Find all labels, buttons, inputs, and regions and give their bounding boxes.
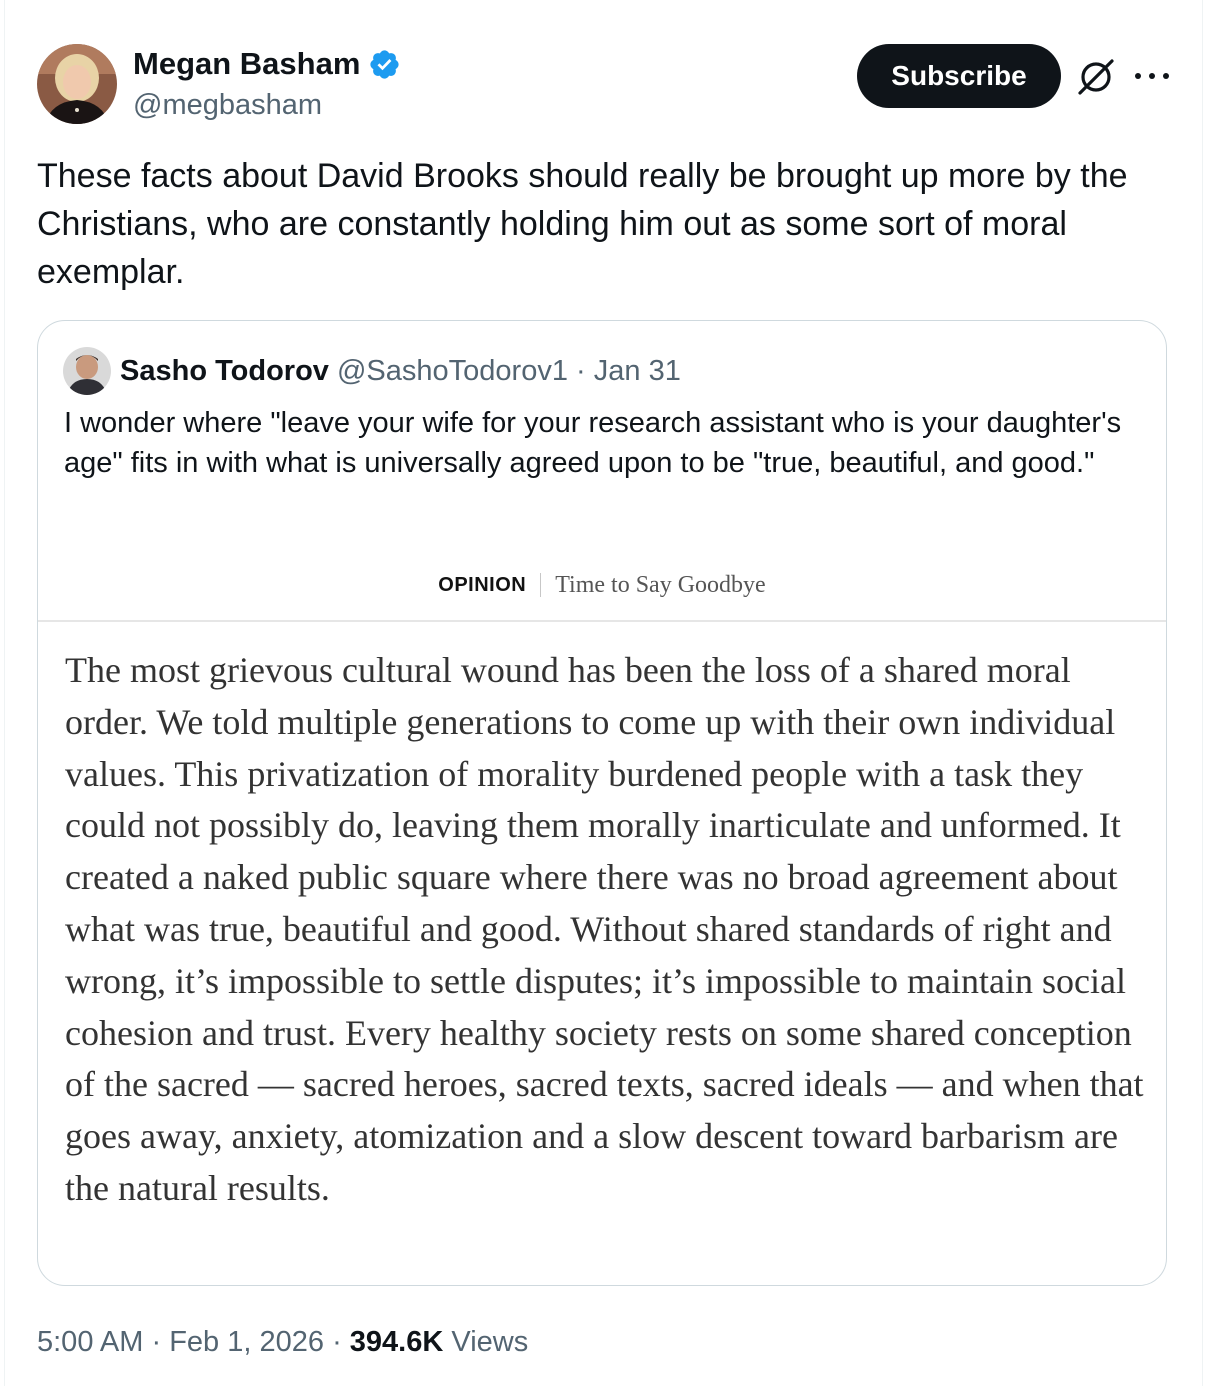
author-handle[interactable]: @megbasham bbox=[133, 86, 322, 124]
author-display-name[interactable]: Megan Basham bbox=[133, 44, 401, 84]
footer-separator: · bbox=[332, 1326, 342, 1358]
quoted-tweet-card[interactable]: Sasho Todorov @SashoTodorov1 · Jan 31 I … bbox=[37, 320, 1167, 1286]
tweet-date[interactable]: Feb 1, 2026 bbox=[169, 1326, 324, 1358]
grok-icon[interactable] bbox=[1075, 56, 1117, 98]
more-dot bbox=[1163, 73, 1169, 79]
subscribe-button[interactable]: Subscribe bbox=[857, 44, 1061, 108]
footer-separator: · bbox=[151, 1326, 162, 1358]
views-count: 394.6K bbox=[349, 1326, 444, 1358]
article-header: OPINION Time to Say Goodbye bbox=[38, 567, 1166, 603]
quoted-tweet-date[interactable]: Jan 31 bbox=[594, 355, 681, 387]
quoted-author-handle[interactable]: @SashoTodorov1 bbox=[337, 355, 568, 387]
article-section-label: OPINION bbox=[438, 573, 527, 596]
meta-separator: · bbox=[576, 355, 586, 387]
author-avatar[interactable] bbox=[37, 44, 117, 124]
verified-badge-icon[interactable] bbox=[368, 48, 401, 81]
frame-border-right bbox=[1202, 0, 1203, 1386]
tweet-text: These facts about David Brooks should re… bbox=[37, 157, 1128, 291]
more-icon[interactable] bbox=[1135, 62, 1169, 90]
article-title: Time to Say Goodbye bbox=[555, 571, 766, 598]
tweet-time[interactable]: 5:00 AM bbox=[37, 1326, 143, 1358]
quoted-tweet-meta: Sasho Todorov @SashoTodorov1 · Jan 31 bbox=[120, 351, 681, 391]
article-header-divider bbox=[540, 573, 542, 597]
quoted-author-name[interactable]: Sasho Todorov bbox=[120, 355, 329, 387]
author-name-text[interactable]: Megan Basham bbox=[133, 44, 360, 84]
quoted-author-avatar[interactable] bbox=[63, 347, 111, 395]
quoted-tweet-text: I wonder where "leave your wife for your… bbox=[64, 407, 1122, 479]
tweet-footer: 5:00 AM · Feb 1, 2026 · 394.6K Views bbox=[37, 1322, 528, 1362]
frame-border-left bbox=[4, 0, 5, 1386]
article-divider bbox=[38, 620, 1166, 622]
more-dot bbox=[1135, 73, 1141, 79]
views-label: Views bbox=[451, 1326, 529, 1358]
article-excerpt-image[interactable]: The most grievous cultural wound has bee… bbox=[65, 645, 1145, 1215]
more-dot bbox=[1149, 73, 1155, 79]
